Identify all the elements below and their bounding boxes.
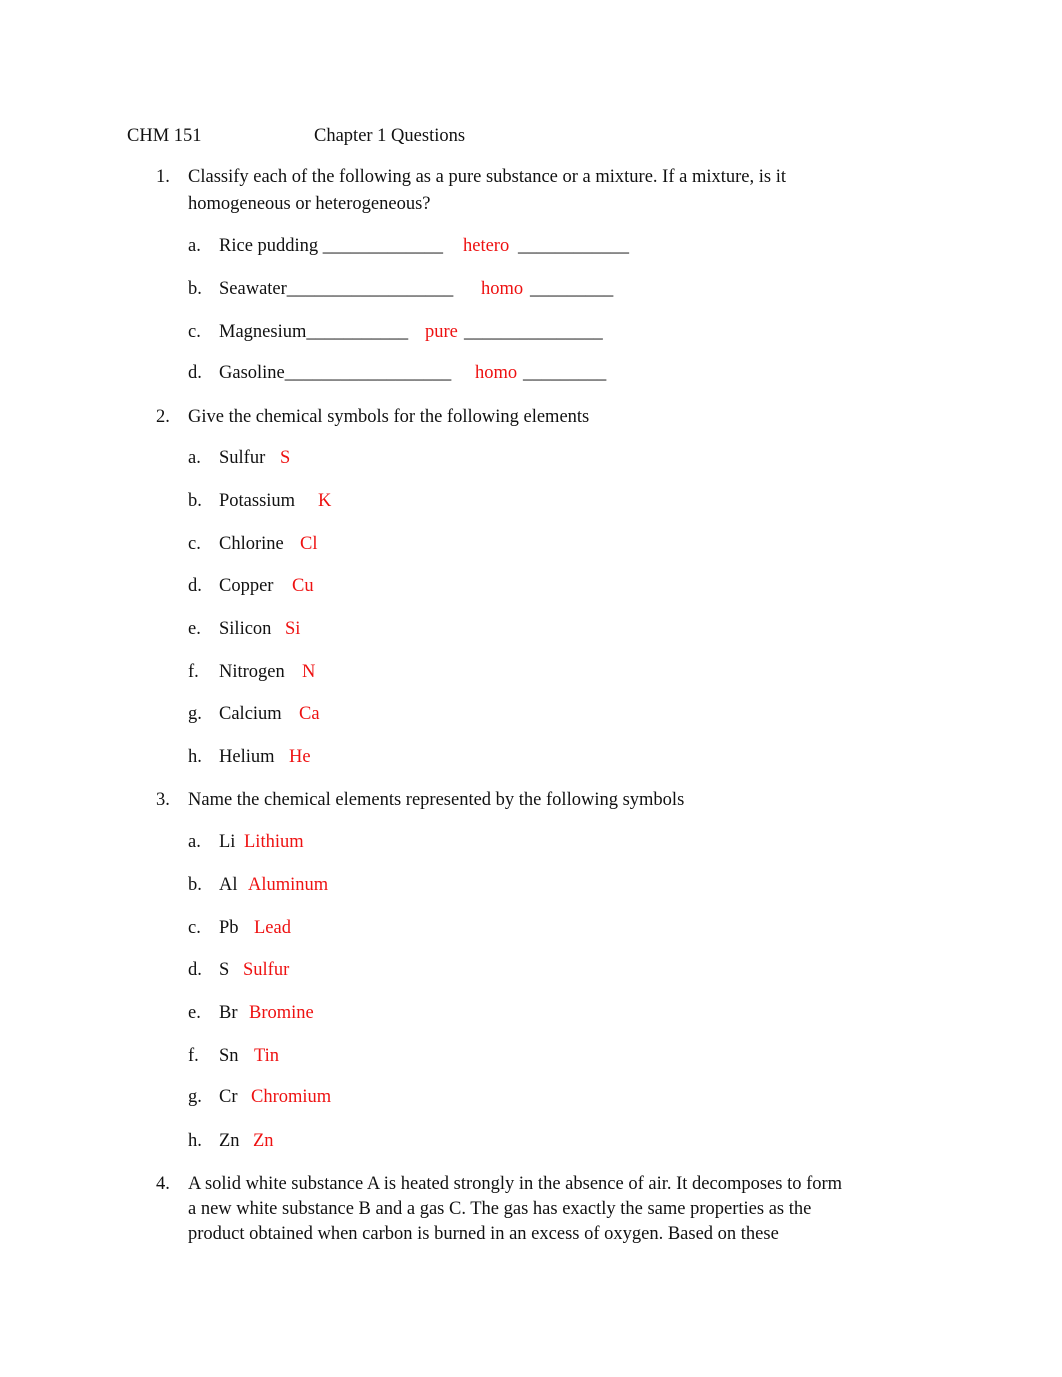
item-answer: Tin [254, 1046, 280, 1066]
item-prompt: Seawater__________________ [219, 279, 454, 299]
question-text-line: A solid white substance A is heated stro… [188, 1174, 843, 1194]
item-answer: N [302, 662, 316, 682]
item-prompt: Zn [219, 1131, 240, 1151]
question-text-line: product obtained when carbon is burned i… [188, 1224, 779, 1244]
item-letter: g. [188, 704, 202, 724]
question-text-line: Give the chemical symbols for the follow… [188, 407, 590, 427]
item-answer: Cl [300, 534, 318, 554]
item-letter: c. [188, 534, 201, 554]
item-prompt: S [219, 960, 230, 980]
item-answer: Bromine [249, 1003, 314, 1023]
item-prompt: Nitrogen [219, 662, 285, 682]
item-letter: h. [188, 747, 202, 767]
item-letter: a. [188, 832, 201, 852]
item-blank: _________ [523, 363, 607, 383]
item-answer: Lead [254, 918, 291, 938]
item-prompt: Potassium [219, 491, 296, 511]
item-answer: Ca [299, 704, 320, 724]
item-answer: Zn [253, 1131, 274, 1151]
question-text-line: a new white substance B and a gas C. The… [188, 1199, 812, 1219]
item-prompt: Br [219, 1003, 238, 1023]
question-text-line: Name the chemical elements represented b… [188, 790, 685, 810]
item-letter: d. [188, 960, 202, 980]
item-letter: d. [188, 576, 202, 596]
item-answer: Sulfur [243, 960, 290, 980]
item-prompt: Calcium [219, 704, 282, 724]
item-answer: He [289, 747, 311, 767]
question-text-line: homogeneous or heterogeneous? [188, 194, 431, 214]
item-letter: b. [188, 875, 202, 895]
item-prompt: Magnesium___________ [219, 322, 409, 342]
item-answer: Chromium [251, 1087, 332, 1107]
item-prompt: Sn [219, 1046, 239, 1066]
course-code: CHM 151 [127, 126, 202, 146]
item-prompt: Chlorine [219, 534, 284, 554]
item-letter: b. [188, 491, 202, 511]
item-answer: homo [475, 363, 518, 383]
item-prompt: Pb [219, 918, 239, 938]
item-prompt: Copper [219, 576, 274, 596]
question-text-line: Classify each of the following as a pure… [188, 167, 786, 187]
item-prompt: Helium [219, 747, 275, 767]
item-blank: _________ [530, 279, 614, 299]
item-blank: ____________ [518, 236, 629, 256]
question-number: 3. [156, 790, 170, 810]
item-answer: S [280, 448, 291, 468]
item-blank: _______________ [464, 322, 603, 342]
item-letter: c. [188, 918, 201, 938]
item-prompt: Gasoline__________________ [219, 363, 452, 383]
item-letter: a. [188, 448, 201, 468]
item-letter: e. [188, 619, 201, 639]
question-number: 1. [156, 167, 170, 187]
item-answer: hetero [463, 236, 510, 256]
page-title: Chapter 1 Questions [314, 126, 466, 146]
item-answer: Si [285, 619, 301, 639]
item-letter: f. [188, 662, 199, 682]
item-answer: Lithium [244, 832, 304, 852]
item-letter: g. [188, 1087, 202, 1107]
item-prompt: Li [219, 832, 236, 852]
item-answer: pure [425, 322, 458, 342]
item-letter: a. [188, 236, 201, 256]
item-letter: d. [188, 363, 202, 383]
item-prompt: Silicon [219, 619, 272, 639]
item-letter: f. [188, 1046, 199, 1066]
question-number: 4. [156, 1174, 170, 1194]
question-number: 2. [156, 407, 170, 427]
item-answer: K [318, 491, 332, 511]
item-prompt: Cr [219, 1087, 238, 1107]
item-letter: b. [188, 279, 202, 299]
item-answer: homo [481, 279, 524, 299]
item-prompt: Sulfur [219, 448, 266, 468]
item-letter: h. [188, 1131, 202, 1151]
item-prompt: Al [219, 875, 238, 895]
item-answer: Cu [292, 576, 314, 596]
item-letter: e. [188, 1003, 201, 1023]
item-letter: c. [188, 322, 201, 342]
item-answer: Aluminum [248, 875, 329, 895]
item-prompt: Rice pudding _____________ [219, 236, 444, 256]
